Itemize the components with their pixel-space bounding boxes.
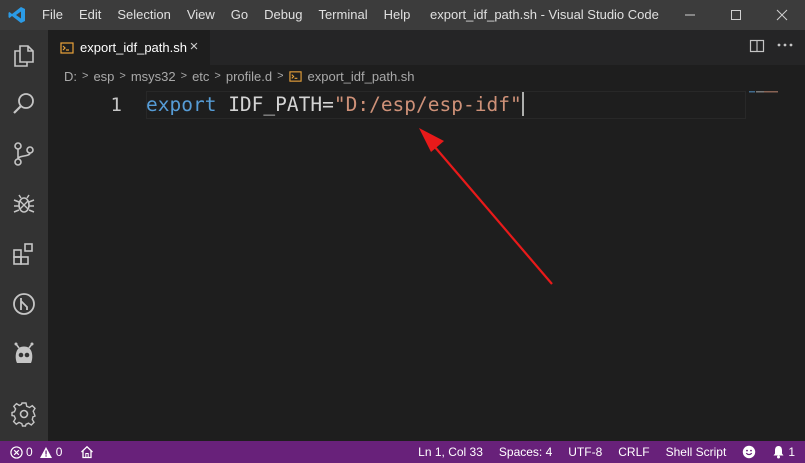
title-bar: File Edit Selection View Go Debug Termin…: [0, 0, 805, 30]
chevron-right-icon: >: [277, 70, 284, 82]
menu-selection[interactable]: Selection: [109, 0, 178, 30]
shell-file-icon: [288, 70, 302, 82]
git-history-icon[interactable]: [0, 280, 48, 328]
minimize-button[interactable]: [667, 0, 713, 30]
menu-help[interactable]: Help: [376, 0, 419, 30]
status-bar: 0 0 Ln 1, Col 33 Spaces: 4 UTF-8 CRLF Sh…: [0, 441, 805, 463]
menu-go[interactable]: Go: [223, 0, 256, 30]
tab-bar: export_idf_path.sh ×: [48, 30, 805, 65]
tab-close-icon[interactable]: ×: [186, 39, 202, 55]
error-count: 0: [26, 445, 33, 459]
minimize-icon: [685, 14, 695, 16]
shell-file-icon: [60, 41, 74, 54]
language-mode[interactable]: Shell Script: [658, 441, 735, 463]
maximize-icon: [731, 10, 741, 20]
explorer-icon[interactable]: [0, 32, 48, 80]
warning-icon: [39, 446, 52, 458]
menu-debug[interactable]: Debug: [256, 0, 310, 30]
breadcrumb-item-file[interactable]: export_idf_path.sh: [308, 69, 415, 84]
breadcrumb-item-etc[interactable]: etc: [192, 69, 209, 84]
code-variable: IDF_PATH=: [216, 93, 334, 116]
text-cursor: [521, 92, 524, 116]
settings-gear-icon[interactable]: [0, 390, 48, 438]
more-actions-icon[interactable]: [775, 36, 795, 56]
encoding[interactable]: UTF-8: [560, 441, 610, 463]
breadcrumb: D: > esp > msys32 > etc > profile.d > ex…: [48, 65, 415, 87]
menu-terminal[interactable]: Terminal: [310, 0, 375, 30]
notifications[interactable]: 1: [764, 441, 795, 463]
breadcrumb-item-esp[interactable]: esp: [93, 69, 114, 84]
split-editor-icon[interactable]: [749, 38, 767, 56]
problems-indicator[interactable]: 0 0: [10, 445, 62, 459]
chevron-right-icon: >: [119, 70, 126, 82]
debug-icon[interactable]: [0, 180, 48, 228]
vertical-scrollbar[interactable]: [791, 87, 805, 441]
indentation[interactable]: Spaces: 4: [491, 441, 560, 463]
window-title: export_idf_path.sh - Visual Studio Code: [430, 7, 659, 22]
window-controls: [667, 0, 805, 30]
menu-view[interactable]: View: [179, 0, 223, 30]
tab-label: export_idf_path.sh: [80, 40, 187, 55]
breadcrumb-item-drive[interactable]: D:: [64, 69, 77, 84]
search-icon[interactable]: [0, 80, 48, 128]
error-icon: [10, 445, 23, 459]
code-keyword: export: [146, 93, 217, 116]
breadcrumb-item-msys32[interactable]: msys32: [131, 69, 176, 84]
line-number: 1: [110, 94, 122, 116]
chevron-right-icon: >: [180, 70, 188, 82]
chevron-right-icon: >: [82, 70, 89, 82]
code-line[interactable]: export IDF_PATH="D:/esp/esp-idf": [146, 92, 524, 118]
editor-area[interactable]: 1 export IDF_PATH="D:/esp/esp-idf": [48, 87, 805, 441]
menu-edit[interactable]: Edit: [71, 0, 109, 30]
close-window-button[interactable]: [759, 0, 805, 30]
status-bar-left: 0 0: [10, 441, 94, 463]
warning-count: 0: [55, 445, 63, 459]
tab-export-idf-path[interactable]: export_idf_path.sh ×: [48, 30, 210, 65]
end-of-line[interactable]: CRLF: [610, 441, 657, 463]
platformio-icon[interactable]: [0, 330, 48, 378]
maximize-button[interactable]: [713, 0, 759, 30]
menu-bar: File Edit Selection View Go Debug Termin…: [34, 0, 418, 30]
code-string: "D:/esp/esp-idf": [333, 93, 522, 116]
breadcrumb-item-profile-d[interactable]: profile.d: [226, 69, 272, 84]
feedback-smiley-icon[interactable]: [734, 441, 764, 463]
vscode-logo-icon: [0, 0, 34, 30]
activity-bar: [0, 30, 48, 441]
menu-file[interactable]: File: [34, 0, 71, 30]
cursor-position[interactable]: Ln 1, Col 33: [410, 441, 491, 463]
source-control-icon[interactable]: [0, 130, 48, 178]
chevron-right-icon: >: [214, 70, 221, 82]
notification-count: 1: [788, 445, 795, 459]
home-icon[interactable]: [80, 445, 94, 459]
bell-icon: [773, 446, 784, 459]
extensions-icon[interactable]: [0, 230, 48, 278]
close-icon: [776, 9, 788, 21]
status-bar-right: Ln 1, Col 33 Spaces: 4 UTF-8 CRLF Shell …: [410, 441, 795, 463]
